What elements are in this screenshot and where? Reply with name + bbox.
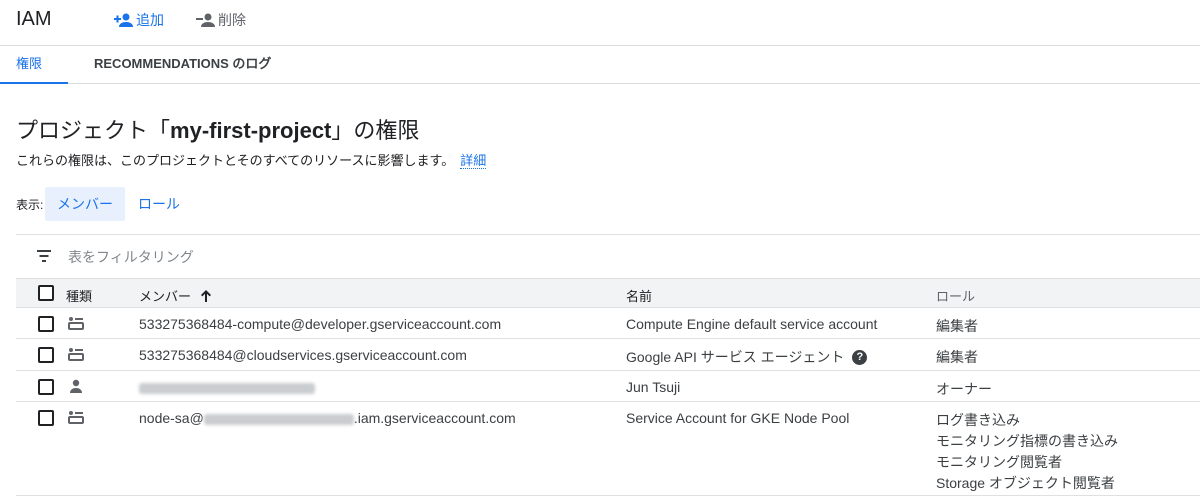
member-email: 533275368484-compute@developer.gservicea…	[139, 316, 502, 332]
table-row: 533275368484@cloudservices.gserviceaccou…	[16, 339, 1200, 371]
role-item: 編集者	[936, 349, 978, 365]
service-account-icon	[68, 348, 84, 361]
service-account-icon	[68, 317, 84, 330]
member-email: 533275368484@cloudservices.gserviceaccou…	[139, 347, 467, 363]
table-filter[interactable]: 表をフィルタリング	[16, 234, 1200, 278]
row-checkbox[interactable]	[38, 410, 54, 426]
view-roles-toggle[interactable]: ロール	[126, 187, 192, 221]
page-title-prefix: プロジェクト「	[16, 118, 171, 143]
filter-placeholder: 表をフィルタリング	[68, 249, 194, 265]
page-header-title: IAM	[16, 8, 52, 30]
tab-bar: 権限 RECOMMENDATIONS のログ	[0, 46, 1200, 84]
person-icon	[70, 379, 82, 393]
add-member-label: 追加	[136, 12, 164, 28]
role-item: モニタリング閲覧者	[936, 454, 1062, 470]
page-title: プロジェクト「my-first-project」の権限	[16, 113, 419, 145]
member-email-suffix: .iam.gserviceaccount.com	[353, 410, 516, 426]
member-roles: オーナー	[936, 379, 992, 400]
member-name: Jun Tsuji	[626, 379, 681, 395]
remove-member-button[interactable]: 削除	[196, 10, 246, 30]
table-row: node-sa@ .iam.gserviceaccount.com Service…	[16, 402, 1200, 496]
column-kind[interactable]: 種類	[66, 286, 92, 305]
add-member-button[interactable]: 追加	[114, 10, 164, 30]
service-account-icon	[68, 411, 84, 424]
member-roles: 編集者	[936, 347, 978, 368]
top-bar: IAM 追加 削除	[0, 0, 1200, 46]
column-member[interactable]: メンバー	[139, 286, 213, 305]
page-description: これらの権限は、このプロジェクトとそのすべてのリソースに影響します。 詳細	[16, 150, 487, 169]
column-role[interactable]: ロール	[936, 286, 975, 305]
member-name: Compute Engine default service account	[626, 316, 878, 332]
role-item: 編集者	[936, 318, 978, 334]
row-checkbox[interactable]	[38, 347, 54, 363]
details-link[interactable]: 詳細	[460, 153, 487, 169]
help-icon[interactable]: ?	[852, 349, 868, 365]
project-name: my-first-project	[170, 118, 332, 143]
member-email-redacted	[139, 379, 315, 395]
member-name: Service Account for GKE Node Pool	[626, 410, 850, 426]
column-name[interactable]: 名前	[626, 286, 652, 305]
column-member-label: メンバー	[139, 289, 192, 304]
select-all-checkbox[interactable]	[38, 285, 54, 301]
row-checkbox[interactable]	[38, 316, 54, 332]
role-item: モニタリング指標の書き込み	[936, 433, 1118, 449]
role-item: オーナー	[936, 381, 992, 397]
member-email-prefix: node-sa@	[139, 410, 204, 426]
page-title-suffix: 」の権限	[331, 118, 420, 143]
table-row: 533275368484-compute@developer.gservicea…	[16, 308, 1200, 339]
filter-icon	[37, 250, 51, 262]
add-person-icon	[114, 13, 133, 27]
arrow-up-icon	[201, 289, 212, 302]
tab-recommendations-log[interactable]: RECOMMENDATIONS のログ	[94, 46, 271, 84]
member-roles: 編集者	[936, 316, 978, 337]
member-email: node-sa@ .iam.gserviceaccount.com	[139, 410, 516, 426]
description-text: これらの権限は、このプロジェクトとそのすべてのリソースに影響します。	[16, 153, 455, 168]
table-row: Jun Tsuji オーナー	[16, 371, 1200, 402]
member-name-cell: Google API サービス エージェント ?	[626, 347, 868, 367]
table-header: 種類 メンバー 名前 ロール	[16, 278, 1200, 308]
view-label: 表示:	[16, 198, 44, 212]
role-item: ログ書き込み	[936, 412, 1020, 428]
remove-person-icon	[196, 13, 215, 27]
view-members-toggle[interactable]: メンバー	[45, 187, 125, 221]
row-checkbox[interactable]	[38, 379, 54, 395]
member-roles: ログ書き込み モニタリング指標の書き込み モニタリング閲覧者 Storage オ…	[936, 410, 1118, 494]
member-name: Google API サービス エージェント	[626, 349, 845, 365]
role-item: Storage オブジェクト閲覧者	[936, 475, 1115, 491]
remove-member-label: 削除	[218, 12, 246, 28]
tab-permissions[interactable]: 権限	[0, 46, 68, 84]
